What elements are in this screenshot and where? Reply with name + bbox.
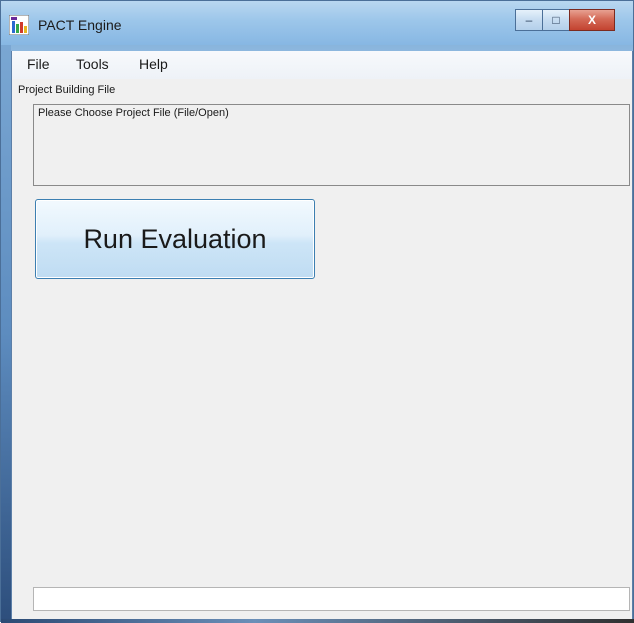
- menu-file[interactable]: File: [27, 56, 50, 72]
- pact-app-icon: [9, 15, 29, 35]
- title-bar[interactable]: PACT Engine – □ X: [1, 1, 633, 45]
- minimize-icon: –: [525, 13, 533, 27]
- close-button[interactable]: X: [569, 9, 615, 31]
- app-window: PACT Engine – □ X File Tools Help Projec…: [0, 0, 634, 623]
- menu-bar: File Tools Help: [12, 51, 632, 79]
- window-left-frame: [1, 45, 11, 621]
- status-field[interactable]: [33, 587, 630, 611]
- menu-help[interactable]: Help: [139, 56, 168, 72]
- client-area: File Tools Help Project Building File Pl…: [11, 51, 633, 621]
- minimize-button[interactable]: –: [515, 9, 543, 31]
- maximize-icon: □: [552, 13, 560, 27]
- caption-buttons: – □ X: [515, 9, 615, 31]
- window-title: PACT Engine: [38, 17, 122, 33]
- run-evaluation-label: Run Evaluation: [83, 223, 267, 254]
- project-file-text: Please Choose Project File (File/Open): [38, 107, 229, 119]
- project-building-file-label: Project Building File: [18, 84, 116, 96]
- run-evaluation-button[interactable]: Run Evaluation: [35, 199, 315, 279]
- window-bottom-frame: [1, 619, 634, 623]
- project-file-textbox[interactable]: Please Choose Project File (File/Open): [33, 104, 630, 186]
- close-icon: X: [587, 13, 596, 27]
- maximize-button[interactable]: □: [542, 9, 570, 31]
- menu-tools[interactable]: Tools: [76, 56, 109, 72]
